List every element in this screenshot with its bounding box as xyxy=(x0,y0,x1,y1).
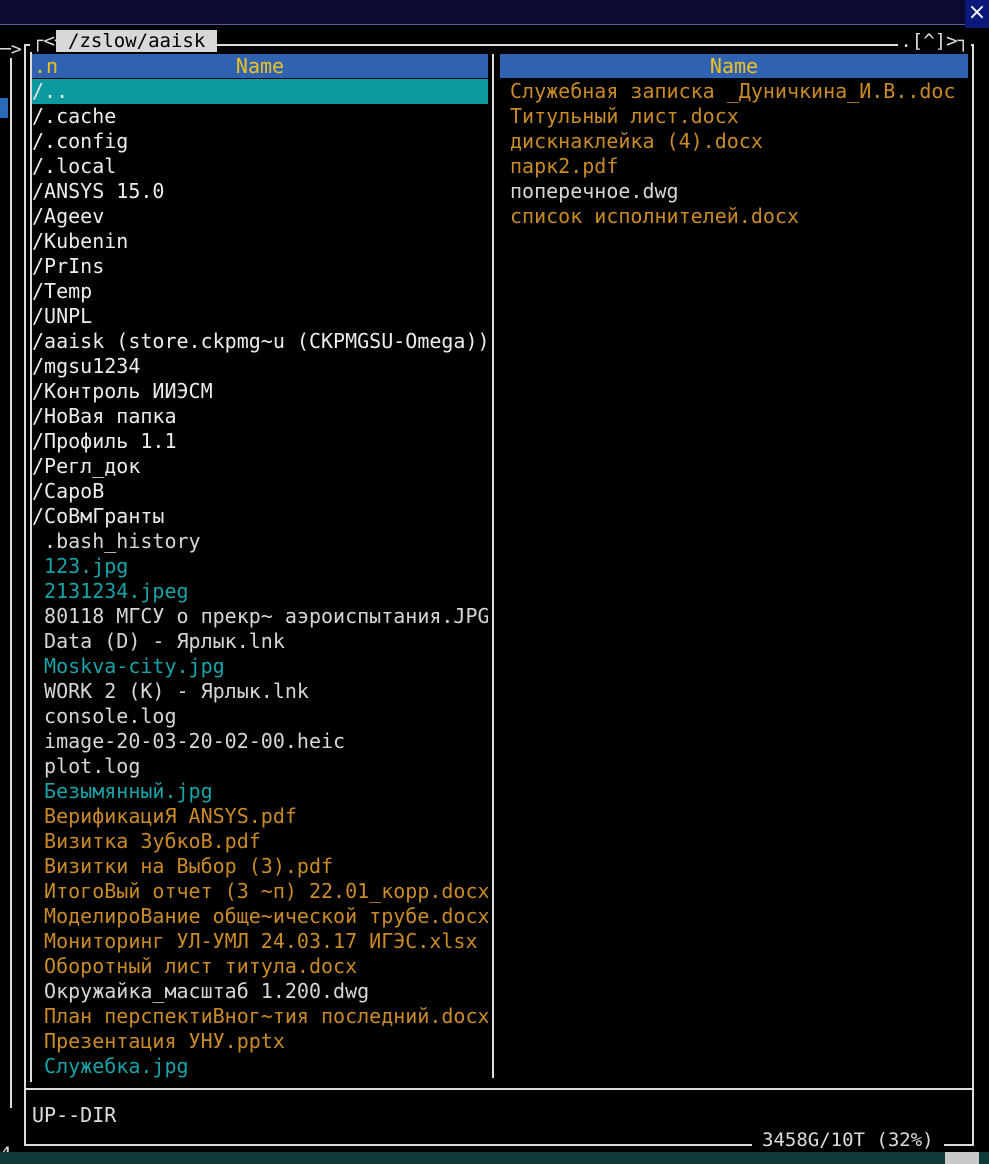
file-entry[interactable]: Визитка ЗубкоВ.pdf xyxy=(32,829,488,854)
file-entry[interactable]: Презентация УНУ.pptx xyxy=(32,1029,488,1054)
bottom-strip xyxy=(0,1152,989,1164)
file-entry[interactable]: Титульный лист.docx xyxy=(510,104,968,129)
directory-entry[interactable]: /Контроль ИИЭСМ xyxy=(32,379,488,404)
right-column-header[interactable]: Name xyxy=(500,54,968,78)
file-entry[interactable]: План перспектиВног~тия последний.docx xyxy=(32,1004,488,1029)
directory-entry[interactable]: /.config xyxy=(32,129,488,154)
directory-entry[interactable]: /Temp xyxy=(32,279,488,304)
file-entry[interactable]: Визитки на Выбор (3).pdf xyxy=(32,854,488,879)
directory-entry[interactable]: /Регл_док xyxy=(32,454,488,479)
file-entry[interactable]: Moskva-city.jpg xyxy=(32,654,488,679)
left-column-header[interactable]: .n Name xyxy=(32,54,488,78)
directory-entry[interactable]: /СоВмГранты xyxy=(32,504,488,529)
current-path: /zslow/aaisk xyxy=(56,30,218,52)
adjacent-panel-header xyxy=(0,98,8,118)
directory-entry[interactable]: /Ageev xyxy=(32,204,488,229)
column-divider xyxy=(492,54,494,1078)
file-entry[interactable]: .bash_history xyxy=(32,529,488,554)
directory-entry[interactable]: /НоВая папка xyxy=(32,404,488,429)
file-entry[interactable]: ИтогоВый отчет (3 ~п) 22.01_корр.docx xyxy=(32,879,488,904)
directory-entry[interactable]: /Kubenin xyxy=(32,229,488,254)
file-entry[interactable]: Служебная записка _Дуничкина_И.В..doc xyxy=(510,79,968,104)
adjacent-panel-border xyxy=(10,58,12,1108)
file-entry[interactable]: Безымянный.jpg xyxy=(32,779,488,804)
directory-entry[interactable]: /СароВ xyxy=(32,479,488,504)
file-entry[interactable]: Служебка.jpg xyxy=(32,1054,488,1079)
adjacent-panel-corner: ─> xyxy=(0,39,22,60)
status-line: UP--DIR xyxy=(32,1103,117,1127)
file-entry[interactable]: Мониторинг УЛ-УМЛ 24.03.17 ИГЭС.xlsx xyxy=(32,929,488,954)
file-entry[interactable]: Data (D) - Ярлык.lnk xyxy=(32,629,488,654)
file-entry[interactable]: WORK 2 (K) - Ярлык.lnk xyxy=(32,679,488,704)
status-separator xyxy=(26,1088,972,1090)
directory-entry[interactable]: /.cache xyxy=(32,104,488,129)
directory-entry[interactable]: /ANSYS 15.0 xyxy=(32,179,488,204)
directory-entry[interactable]: /Профиль 1.1 xyxy=(32,429,488,454)
file-entry[interactable]: Оборотный лист титула.docx xyxy=(32,954,488,979)
file-manager-window: × ─> 4 ┌<─ /zslow/aaisk .[^]>┐ .n Name N… xyxy=(0,0,989,1164)
file-entry[interactable]: дискнаклейка (4).docx xyxy=(510,129,968,154)
directory-entry[interactable]: /mgsu1234 xyxy=(32,354,488,379)
file-entry[interactable]: список исполнителей.docx xyxy=(510,204,968,229)
file-entry[interactable]: Окружайка_масштаб 1.200.dwg xyxy=(32,979,488,1004)
file-entry[interactable]: 123.jpg xyxy=(32,554,488,579)
file-entry[interactable]: МоделироВание обще~ической трубе.docx xyxy=(32,904,488,929)
directory-entry[interactable]: /UNPL xyxy=(32,304,488,329)
file-entry[interactable]: парк2.pdf xyxy=(510,154,968,179)
left-file-list: /../.cache/.config/.local/ANSYS 15.0/Age… xyxy=(32,79,488,1079)
directory-entry[interactable]: /PrIns xyxy=(32,254,488,279)
directory-entry[interactable]: /aaisk (store.ckpmg~u (CKPMGSU-Omega)) xyxy=(32,329,488,354)
file-entry[interactable]: console.log xyxy=(32,704,488,729)
disk-usage: 3458G/10T (32%) xyxy=(752,1128,944,1152)
file-entry[interactable]: ВерификациЯ ANSYS.pdf xyxy=(32,804,488,829)
file-entry[interactable]: plot.log xyxy=(32,754,488,779)
file-entry[interactable]: image-20-03-20-02-00.heic xyxy=(32,729,488,754)
adjacent-panel-edge: ─> 4 xyxy=(0,39,22,1164)
title-bar xyxy=(0,0,989,25)
panel-hotlist-controls[interactable]: .[^]>┐ xyxy=(898,30,971,52)
file-entry[interactable]: 80118 МГСУ о прекр~ аэроиспытания.JPG xyxy=(32,604,488,629)
close-icon[interactable]: × xyxy=(965,0,989,28)
resize-corner[interactable] xyxy=(945,1152,979,1164)
directory-entry[interactable]: /.local xyxy=(32,154,488,179)
right-file-list: Служебная записка _Дуничкина_И.В..doc Тит… xyxy=(510,79,968,229)
file-entry[interactable]: 2131234.jpeg xyxy=(32,579,488,604)
left-column-title: Name xyxy=(235,54,285,78)
directory-entry[interactable]: /.. xyxy=(32,79,488,104)
file-entry[interactable]: поперечное.dwg xyxy=(510,179,968,204)
